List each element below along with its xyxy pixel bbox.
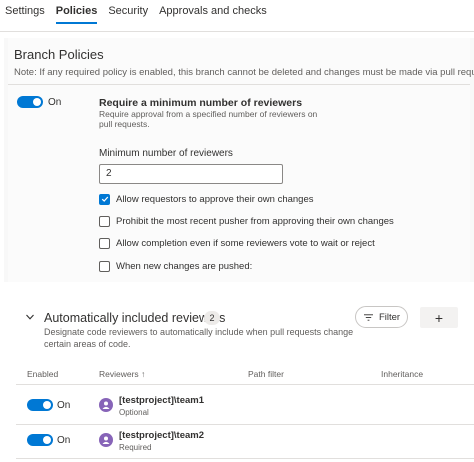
tab-bar: Settings Policies Security Approvals and… <box>0 0 474 32</box>
filter-button[interactable]: Filter <box>355 306 408 328</box>
min-reviewers-input[interactable]: 2 <box>99 164 283 184</box>
min-reviewers-toggle-label: On <box>48 97 62 108</box>
team1-enabled-label: On <box>57 400 71 411</box>
team-avatar-icon <box>99 433 113 447</box>
team-icon <box>102 401 110 409</box>
filter-icon <box>363 313 373 321</box>
branch-policies-title: Branch Policies <box>14 47 104 62</box>
section-gap <box>0 282 474 296</box>
branch-policies-note: Note: If any required policy is enabled,… <box>14 67 474 78</box>
tab-policies[interactable]: Policies <box>55 0 98 24</box>
column-header-enabled[interactable]: Enabled <box>27 369 58 379</box>
min-reviewers-title: Require a minimum number of reviewers <box>99 97 303 109</box>
tab-settings[interactable]: Settings <box>5 0 45 31</box>
allow-requestors-approve-option[interactable]: Allow requestors to approve their own ch… <box>99 193 314 205</box>
column-header-path-filter[interactable]: Path filter <box>248 369 284 379</box>
auto-reviewers-description: Designate code reviewers to automaticall… <box>44 327 354 349</box>
checkbox[interactable] <box>99 215 110 227</box>
checkbox[interactable] <box>99 237 110 249</box>
team-avatar-icon <box>99 398 113 412</box>
tab-security[interactable]: Security <box>108 0 148 31</box>
team1-enabled-toggle[interactable] <box>27 399 53 411</box>
divider <box>8 84 470 85</box>
tab-approvals-and-checks[interactable]: Approvals and checks <box>159 0 267 31</box>
team-icon <box>102 436 110 444</box>
row-divider <box>16 458 474 459</box>
reviewer-name[interactable]: [testproject]\team2 <box>119 430 204 441</box>
header-divider <box>16 384 474 385</box>
toggle-knob <box>43 436 51 444</box>
checkmark-icon <box>101 196 108 202</box>
option-label: When new changes are pushed: <box>116 260 253 272</box>
add-reviewer-button[interactable]: + <box>420 307 458 328</box>
checkbox-checked[interactable] <box>99 193 110 205</box>
toggle-knob <box>43 401 51 409</box>
option-label: Allow requestors to approve their own ch… <box>116 193 314 205</box>
new-changes-pushed-option[interactable]: When new changes are pushed: <box>99 260 252 272</box>
team2-enabled-toggle[interactable] <box>27 434 53 446</box>
auto-reviewers-count-badge: 2 <box>204 311 220 325</box>
reviewer-requirement: Optional <box>119 408 149 417</box>
option-label: Allow completion even if some reviewers … <box>116 237 375 249</box>
chevron-down-icon[interactable] <box>25 312 35 322</box>
row-divider <box>16 424 474 425</box>
toggle-knob <box>33 98 41 106</box>
min-reviewers-field-label: Minimum number of reviewers <box>99 148 233 159</box>
prohibit-recent-pusher-option[interactable]: Prohibit the most recent pusher from app… <box>99 215 394 227</box>
auto-reviewers-title: Automatically included reviewers <box>44 311 226 325</box>
min-reviewers-toggle[interactable] <box>17 96 43 108</box>
filter-button-label: Filter <box>378 311 401 323</box>
checkbox[interactable] <box>99 260 110 272</box>
min-reviewers-description: Require approval from a specified number… <box>99 109 318 129</box>
reviewer-name[interactable]: [testproject]\team1 <box>119 395 204 406</box>
team2-enabled-label: On <box>57 435 71 446</box>
reviewer-requirement: Required <box>119 443 152 452</box>
option-label: Prohibit the most recent pusher from app… <box>116 215 394 227</box>
allow-completion-option[interactable]: Allow completion even if some reviewers … <box>99 237 375 249</box>
column-header-reviewers[interactable]: Reviewers ↑ <box>99 369 145 379</box>
column-header-inheritance[interactable]: Inheritance <box>381 369 423 379</box>
